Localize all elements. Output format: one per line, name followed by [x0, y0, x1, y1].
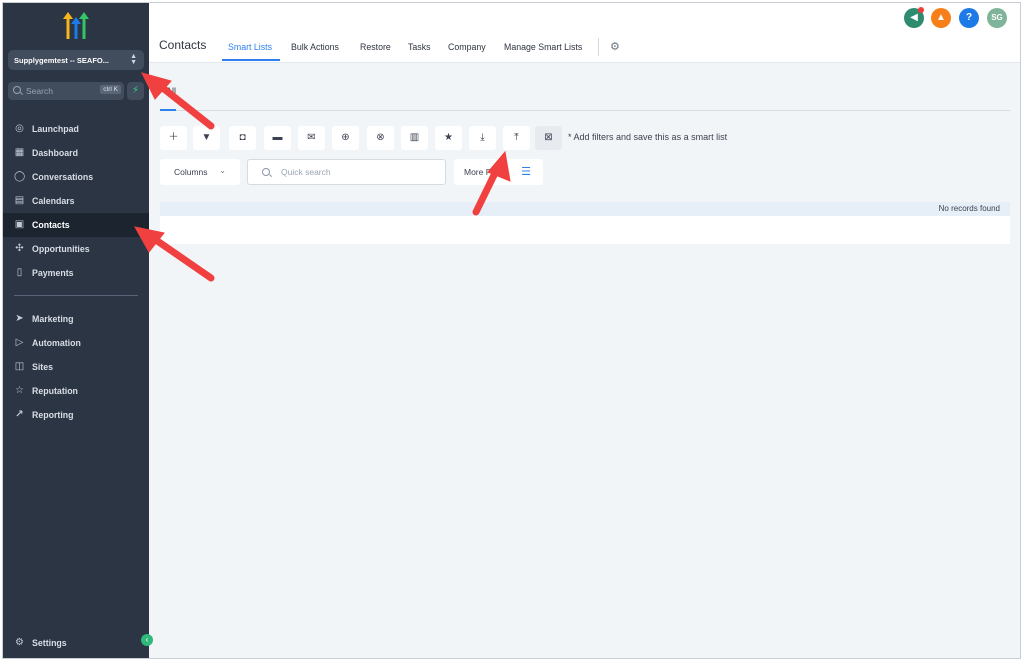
sidebar-item-label: Reporting: [32, 410, 74, 420]
sidebar-item-label: Launchpad: [32, 124, 79, 134]
sidebar-item-reputation[interactable]: ☆ Reputation: [3, 379, 149, 403]
sidebar-item-label: Payments: [32, 268, 74, 278]
sliders-icon: ☰: [521, 166, 531, 178]
filter-funnel-icon[interactable]: ▼: [193, 126, 220, 150]
smart-list-hint: * Add filters and save this as a smart l…: [568, 132, 728, 142]
remove-tag-icon[interactable]: ⊗: [367, 126, 394, 150]
sidebar-item-label: Sites: [32, 362, 54, 372]
sidebar-item-dashboard[interactable]: ▦ Dashboard: [3, 141, 149, 165]
receipt-icon: ▯: [16, 267, 23, 278]
add-tag-icon[interactable]: ⊕: [332, 126, 359, 150]
sidebar-item-settings[interactable]: ⚙ Settings: [3, 631, 149, 655]
tab-restore[interactable]: Restore: [360, 42, 391, 52]
sidebar-item-automation[interactable]: ▷ Automation: [3, 331, 149, 355]
tab-company[interactable]: Company: [448, 42, 486, 52]
sidebar-item-reporting[interactable]: ↗ Reporting: [3, 403, 149, 427]
header-divider: [598, 38, 599, 56]
sidebar: Supplygemtest -- SEAFO... ▲ ▼ Search ctrl…: [3, 3, 153, 658]
dashboard-grid-icon: ▦: [14, 147, 25, 158]
sidebar-divider: [14, 295, 138, 296]
gear-icon: ⚙: [15, 637, 24, 648]
search-shortcut: ctrl K: [100, 85, 121, 94]
workflow-robot-icon[interactable]: ◘: [229, 126, 256, 150]
list-tab-all[interactable]: All: [166, 86, 176, 96]
sidebar-item-payments[interactable]: ▯ Payments: [3, 261, 149, 285]
sidebar-item-conversations[interactable]: ◯ Conversations: [3, 165, 149, 189]
sidebar-search[interactable]: Search ctrl K: [8, 82, 124, 100]
merge-contacts-icon[interactable]: ⊠: [535, 126, 562, 150]
help-button[interactable]: ?: [959, 8, 979, 28]
app-logo: [63, 12, 89, 39]
sidebar-item-calendars[interactable]: ▤ Calendars: [3, 189, 149, 213]
list-tab-indicator: [160, 109, 176, 111]
calendar-icon: ▤: [14, 195, 25, 206]
sidebar-item-label: Marketing: [32, 314, 74, 324]
search-icon: [262, 168, 270, 176]
paper-plane-icon: ➤: [15, 313, 24, 324]
add-contact-plus-icon[interactable]: ＋: [160, 126, 187, 150]
account-switcher[interactable]: Supplygemtest -- SEAFO... ▲ ▼: [8, 50, 144, 70]
table-body: [160, 216, 1010, 244]
sidebar-item-opportunities[interactable]: ✣ Opportunities: [3, 237, 149, 261]
more-filters-button[interactable]: More Filters ☰: [454, 159, 543, 185]
quick-action-bolt-icon[interactable]: ⚡: [127, 82, 144, 100]
tab-tasks[interactable]: Tasks: [408, 42, 431, 52]
sidebar-item-label: Settings: [32, 638, 67, 648]
opportunities-nodes-icon: ✣: [15, 243, 24, 254]
updown-caret-icon: ▲ ▼: [130, 53, 137, 66]
chevron-down-icon: ⌄: [219, 166, 226, 175]
notifications-bell-icon[interactable]: ▲: [931, 8, 951, 28]
sms-message-icon[interactable]: ▬: [264, 126, 291, 150]
sidebar-item-contacts[interactable]: ▣ Contacts: [3, 213, 149, 237]
app-window: Supplygemtest -- SEAFO... ▲ ▼ Search ctrl…: [2, 2, 1021, 659]
notification-dot: [918, 7, 924, 13]
active-tab-indicator: [222, 59, 280, 61]
search-icon: [13, 86, 21, 94]
contacts-book-icon: ▣: [14, 219, 25, 230]
trend-line-icon: ↗: [15, 409, 24, 420]
help-glyph: ?: [965, 12, 973, 23]
nav-secondary: ➤ Marketing ▷ Automation ◫ Sites ☆ Reput…: [3, 307, 149, 427]
review-star-icon[interactable]: ★: [435, 126, 462, 150]
sidebar-item-marketing[interactable]: ➤ Marketing: [3, 307, 149, 331]
quick-search-input[interactable]: Quick search: [247, 159, 446, 185]
sidebar-item-sites[interactable]: ◫ Sites: [3, 355, 149, 379]
sidebar-settings: ⚙ Settings: [3, 631, 149, 655]
import-download-icon[interactable]: ⤓: [469, 126, 496, 150]
sidebar-item-label: Reputation: [32, 386, 78, 396]
empty-state-message: No records found: [938, 204, 1000, 213]
tab-manage-smart-lists[interactable]: Manage Smart Lists: [504, 42, 582, 52]
avatar[interactable]: SG: [987, 8, 1007, 28]
email-envelope-icon[interactable]: ✉: [298, 126, 325, 150]
tabs-settings-gear-icon[interactable]: ⚙: [610, 40, 620, 53]
sidebar-item-label: Dashboard: [32, 148, 78, 158]
chat-bubble-icon: ◯: [14, 171, 26, 182]
tab-bulk-actions[interactable]: Bulk Actions: [291, 42, 339, 52]
automation-play-icon: ▷: [15, 337, 24, 348]
top-header: Contacts Smart Lists Bulk Actions Restor…: [149, 3, 1020, 63]
page-title: Contacts: [159, 38, 207, 52]
delete-trash-icon[interactable]: ▥: [401, 126, 428, 150]
more-filters-label: More Filters: [464, 167, 509, 177]
sidebar-item-label: Conversations: [32, 172, 94, 182]
sidebar-item-launchpad[interactable]: ◎ Launchpad: [3, 117, 149, 141]
sidebar-item-label: Automation: [32, 338, 81, 348]
list-tabs-divider: [160, 110, 1010, 111]
table-header-row: No records found: [160, 202, 1010, 216]
rocket-icon: ◎: [15, 123, 24, 134]
globe-window-icon: ◫: [14, 361, 25, 372]
columns-label: Columns: [174, 167, 208, 177]
nav-primary: ◎ Launchpad ▦ Dashboard ◯ Conversations …: [3, 117, 149, 285]
tab-smart-lists[interactable]: Smart Lists: [228, 42, 272, 52]
sidebar-item-label: Opportunities: [32, 244, 90, 254]
sidebar-item-label: Contacts: [32, 220, 70, 230]
star-icon: ☆: [15, 385, 24, 396]
sidebar-item-label: Calendars: [32, 196, 75, 206]
columns-dropdown[interactable]: Columns ⌄: [160, 159, 240, 185]
search-placeholder: Search: [26, 86, 53, 96]
export-upload-icon[interactable]: ⤒: [503, 126, 530, 150]
main-content: All ＋ ▼ ◘ ▬ ✉ ⊕ ⊗ ▥ ★ ⤓ ⤒ ⊠ * Add filter…: [149, 63, 1020, 658]
account-name: Supplygemtest -- SEAFO...: [14, 56, 110, 65]
quick-search-placeholder: Quick search: [281, 167, 331, 177]
